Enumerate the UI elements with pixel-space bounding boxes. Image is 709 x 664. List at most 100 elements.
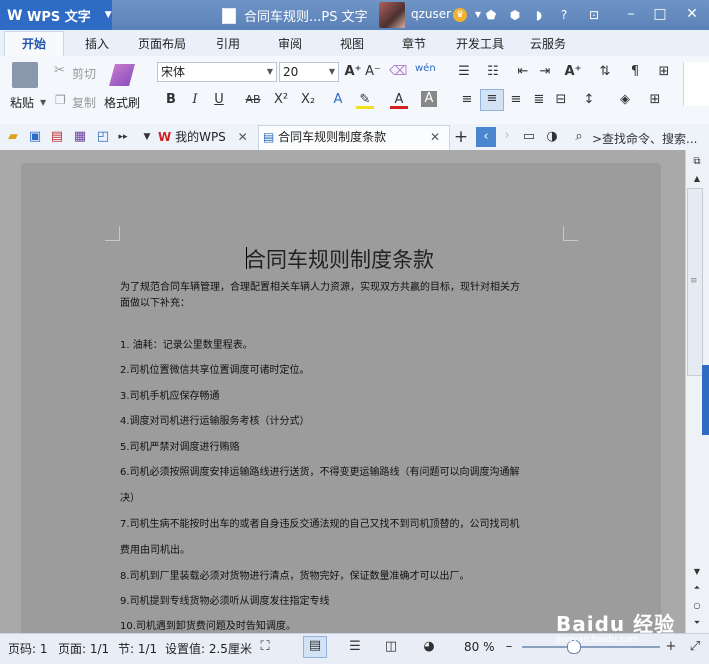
command-search-input[interactable]: >查找命令、搜索... <box>592 130 698 147</box>
minimize-button[interactable]: – <box>619 4 643 24</box>
borders-icon[interactable]: ⊞ <box>646 91 664 109</box>
copy-button[interactable]: 复制 <box>72 94 96 111</box>
scroll-up-icon[interactable]: ▲ <box>688 170 706 188</box>
status-page-number[interactable]: 页码: 1 <box>8 640 48 657</box>
print-icon[interactable]: ▦ <box>71 128 89 146</box>
zoom-level[interactable]: 80 % <box>464 640 495 654</box>
tab-section[interactable]: 章节 <box>397 34 431 54</box>
tab-cloud[interactable]: 云服务 <box>526 34 570 54</box>
share-icon[interactable]: ◗ <box>531 7 547 23</box>
tab-insert[interactable]: 插入 <box>80 34 114 54</box>
align-left-icon[interactable]: ≡ <box>458 91 476 109</box>
tab-view[interactable]: 视图 <box>335 34 369 54</box>
status-section[interactable]: 节: 1/1 <box>118 640 157 657</box>
username[interactable]: qzuser <box>411 7 451 21</box>
zoom-slider[interactable] <box>522 646 660 648</box>
document-page[interactable] <box>23 165 659 633</box>
clear-format-icon[interactable]: ⌫ <box>389 63 407 81</box>
text-size-icon[interactable]: A⁺ <box>564 63 582 81</box>
cube-icon[interactable]: ⬢ <box>507 7 523 23</box>
more-icon[interactable]: ▸▸ <box>114 128 132 146</box>
search-icon[interactable]: ⌕ <box>570 128 588 146</box>
close-button[interactable]: ✕ <box>680 4 704 24</box>
tab-start[interactable]: 开始 <box>4 31 64 57</box>
sort-icon[interactable]: ⇅ <box>596 63 614 81</box>
grow-font-icon[interactable]: A⁺ <box>344 63 362 81</box>
font-name-select[interactable]: 宋体 ▼ <box>157 62 277 82</box>
underline-icon[interactable]: U <box>210 91 228 109</box>
new-tab-icon[interactable]: + <box>452 128 470 146</box>
tab-page-layout[interactable]: 页面布局 <box>134 34 190 54</box>
distribute-icon[interactable]: ⊟ <box>552 91 570 109</box>
watermark: Baidu 经验 jingyan.baidu.com <box>556 608 706 645</box>
status-settings[interactable]: 设置值: 2.5厘米 <box>165 640 252 657</box>
strikethrough-icon[interactable]: AB <box>240 91 266 109</box>
pin-icon[interactable]: ◑ <box>543 128 561 146</box>
tab-review[interactable]: 审阅 <box>273 34 307 54</box>
shrink-font-icon[interactable]: A⁻ <box>364 63 382 81</box>
superscript-icon[interactable]: X² <box>272 91 290 109</box>
justify-icon[interactable]: ≣ <box>530 91 548 109</box>
outline-view-icon[interactable]: ☰ <box>346 638 364 656</box>
text-effect-icon[interactable]: A <box>329 91 347 109</box>
outdent-icon[interactable]: ⇤ <box>514 63 532 81</box>
italic-icon[interactable]: I <box>186 91 204 109</box>
maximize-button[interactable]: □ <box>648 4 672 24</box>
align-center-icon[interactable]: ≡ <box>480 89 504 111</box>
style-gallery[interactable] <box>683 62 709 106</box>
scroll-left-icon[interactable]: ‹ <box>476 127 496 147</box>
shading-icon[interactable]: ◈ <box>616 91 634 109</box>
table-icon[interactable]: ⊞ <box>655 63 673 81</box>
baidu-logo: Baidu 经验 <box>556 612 676 636</box>
skin-icon[interactable]: ⬟ <box>483 7 499 23</box>
side-panel-tab[interactable] <box>702 365 709 435</box>
wps-menu-button[interactable]: W WPS 文字 ▼ <box>0 0 112 30</box>
close-icon[interactable]: ✕ <box>238 130 248 144</box>
help-icon[interactable]: ? <box>556 7 572 23</box>
chevron-down-icon[interactable]: ▼ <box>138 128 156 146</box>
web-view-icon[interactable]: ◫ <box>382 638 400 656</box>
read-mode-icon[interactable]: ◕ <box>420 638 438 656</box>
split-view-icon[interactable]: ⧉ <box>688 153 706 171</box>
phonetic-icon[interactable]: wén <box>415 60 436 78</box>
tab-developer[interactable]: 开发工具 <box>452 34 508 54</box>
number-list-icon[interactable]: ☷ <box>484 63 502 81</box>
document-title: 合同车规则制度条款 <box>245 248 434 272</box>
tab-references[interactable]: 引用 <box>211 34 245 54</box>
char-shading-icon[interactable]: A <box>421 91 437 107</box>
font-color-icon[interactable]: A <box>390 91 408 109</box>
restore-ribbon-icon[interactable]: ⊡ <box>586 7 602 23</box>
cut-button[interactable]: 剪切 <box>72 65 96 82</box>
format-painter-button[interactable]: 格式刷 <box>104 94 140 111</box>
subscript-icon[interactable]: X₂ <box>299 91 317 109</box>
bullet-list-icon[interactable]: ☰ <box>455 63 473 81</box>
zoom-out-icon[interactable]: – <box>500 638 518 656</box>
open-folder-icon[interactable]: ▰ <box>4 128 22 146</box>
align-right-icon[interactable]: ≡ <box>507 91 525 109</box>
document-icon <box>222 7 236 24</box>
status-pages[interactable]: 页面: 1/1 <box>58 640 109 657</box>
bold-icon[interactable]: B <box>162 91 180 109</box>
tab-document[interactable]: ▤ 合同车规则制度条款 ✕ <box>258 125 450 150</box>
copy-icon[interactable]: ❐ <box>55 93 66 107</box>
comment-icon[interactable]: ▭ <box>520 128 538 146</box>
close-icon[interactable]: ✕ <box>430 130 440 144</box>
fullscreen-icon[interactable]: ⛶ <box>256 638 274 656</box>
export-pdf-icon[interactable]: ▤ <box>48 128 66 146</box>
indent-icon[interactable]: ⇥ <box>536 63 554 81</box>
show-marks-icon[interactable]: ¶ <box>626 63 644 81</box>
font-size-select[interactable]: 20 ▼ <box>279 62 339 82</box>
paste-button[interactable]: 粘贴 <box>10 94 34 111</box>
chevron-down-icon[interactable]: ▼ <box>40 98 46 107</box>
avatar[interactable] <box>379 2 405 28</box>
scroll-right-icon[interactable]: › <box>498 127 516 145</box>
page-view-icon[interactable]: ▤ <box>303 636 327 658</box>
line-spacing-icon[interactable]: ↕ <box>580 91 598 109</box>
paste-icon[interactable] <box>12 62 38 88</box>
prev-page-icon[interactable]: ⏶ <box>688 579 706 597</box>
save-icon[interactable]: ▣ <box>26 128 44 146</box>
highlight-icon[interactable]: ✎ <box>356 91 374 109</box>
scissors-icon[interactable]: ✂ <box>54 63 65 78</box>
print-preview-icon[interactable]: ◰ <box>94 128 112 146</box>
tab-my-wps[interactable]: W 我的WPS ✕ <box>158 126 258 148</box>
